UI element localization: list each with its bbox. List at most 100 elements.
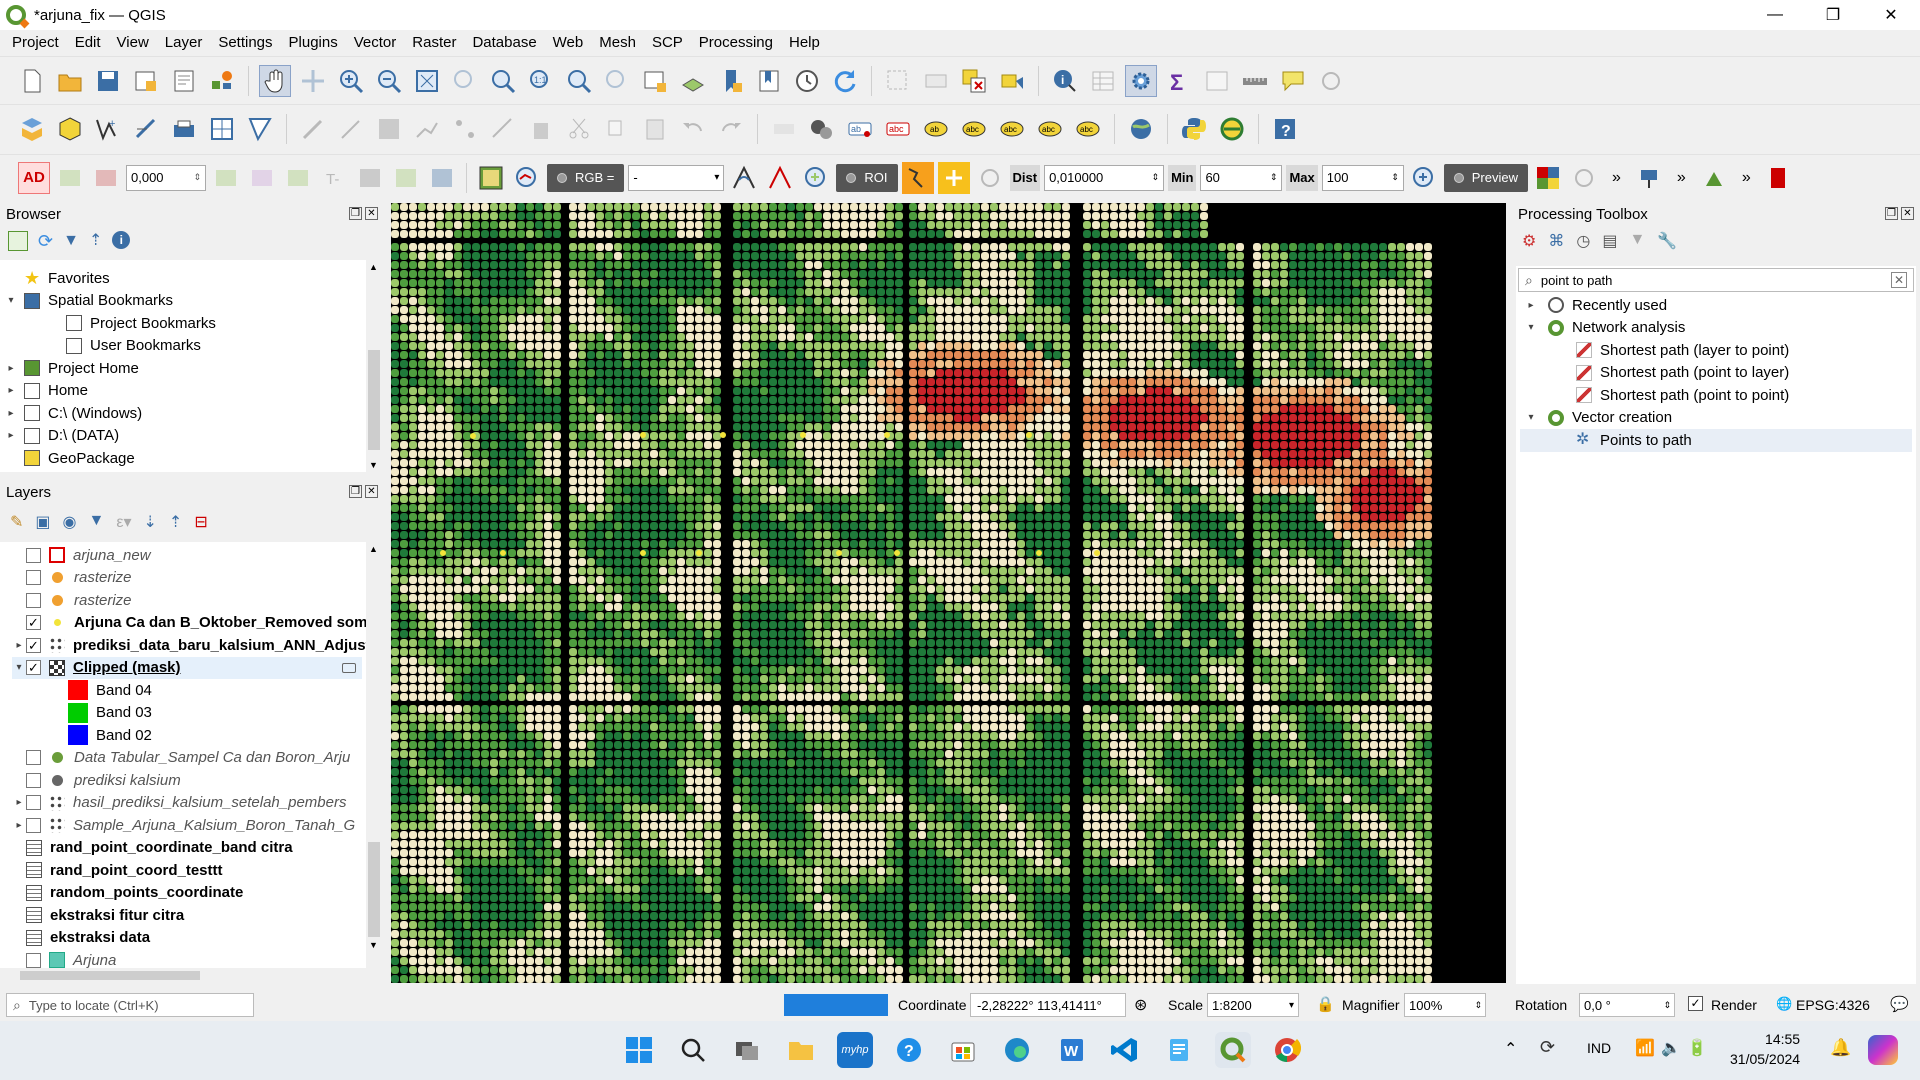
processing-item[interactable]: Shortest path (point to point) — [1520, 384, 1912, 407]
layer-item[interactable]: rand_point_coord_testtt — [12, 859, 366, 882]
menu-plugins[interactable]: Plugins — [281, 34, 346, 51]
scp-stretch-icon[interactable] — [728, 162, 760, 194]
toggle-extents-icon[interactable]: ⊛ — [1134, 995, 1147, 1015]
layer-item[interactable]: rand_point_coordinate_band citra — [12, 837, 366, 860]
language-indicator[interactable]: IND — [1587, 1040, 1611, 1056]
filter-expression-icon[interactable]: ε▾ — [116, 512, 131, 532]
layers-h-scrollbar[interactable] — [0, 968, 366, 983]
myhp-icon[interactable]: myhp — [837, 1032, 873, 1068]
menu-raster[interactable]: Raster — [404, 34, 464, 51]
copy-features-icon[interactable] — [601, 113, 633, 145]
search-taskbar-icon[interactable] — [675, 1032, 711, 1068]
sample-point[interactable] — [640, 432, 646, 438]
rotate-label-icon[interactable]: abc — [958, 113, 990, 145]
new-3d-map-icon[interactable] — [677, 65, 709, 97]
menu-help[interactable]: Help — [781, 34, 828, 51]
chrome-icon[interactable] — [1269, 1032, 1305, 1068]
show-hide-labels-icon[interactable]: abc — [1034, 113, 1066, 145]
statistical-summary-icon[interactable]: Σ — [1163, 65, 1195, 97]
open-styling-icon[interactable]: ✎ — [10, 512, 23, 532]
scp-redo-preview-icon[interactable] — [1568, 162, 1600, 194]
open-project-icon[interactable] — [54, 65, 86, 97]
sample-point[interactable] — [884, 432, 890, 438]
browser-item[interactable]: User Bookmarks — [4, 335, 216, 358]
plugin-extra-icon[interactable] — [1763, 162, 1795, 194]
menu-scp[interactable]: SCP — [644, 34, 691, 51]
layer-visibility-checkbox[interactable] — [26, 795, 41, 811]
zoom-last-icon[interactable] — [563, 65, 595, 97]
sample-point[interactable] — [894, 550, 900, 556]
browser-item[interactable]: ★ Favorites — [4, 267, 216, 290]
sample-point[interactable] — [696, 550, 702, 556]
layer-visibility-checkbox[interactable] — [26, 547, 41, 563]
new-virtual-layer-icon[interactable] — [206, 113, 238, 145]
lock-scale-icon[interactable]: 🔒 — [1316, 995, 1335, 1013]
collapse-all-icon[interactable]: ⇡ — [89, 231, 102, 251]
scp-rgb-toggle[interactable]: RGB = — [547, 163, 625, 192]
layer-visibility-checkbox[interactable] — [26, 772, 41, 788]
results-viewer-icon[interactable]: ▤ — [1602, 231, 1617, 251]
new-spatialite-layer-icon[interactable] — [130, 113, 162, 145]
python-console-icon[interactable] — [1178, 113, 1210, 145]
add-feature-icon[interactable] — [411, 113, 443, 145]
maximize-button[interactable]: ❐ — [1804, 0, 1862, 30]
menu-view[interactable]: View — [109, 34, 157, 51]
menu-vector[interactable]: Vector — [346, 34, 405, 51]
notification-bell-icon[interactable]: 🔔 — [1830, 1038, 1851, 1058]
toolbar-overflow-3-icon[interactable]: » — [1742, 169, 1751, 187]
add-group-icon[interactable]: ▣ — [35, 512, 50, 532]
new-geopackage-layer-icon[interactable] — [54, 113, 86, 145]
history-icon[interactable]: ◷ — [1576, 231, 1590, 251]
scp-min-input[interactable]: 60 ⇕ — [1200, 164, 1283, 191]
crs-label[interactable]: EPSG:4326 — [1796, 997, 1870, 1013]
processing-search-input[interactable]: ⌕ point to path ✕ — [1518, 268, 1914, 292]
paste-features-icon[interactable] — [639, 113, 671, 145]
layer-item[interactable]: Band 02 — [12, 724, 366, 747]
layer-expand-icon[interactable]: ▾ — [12, 662, 26, 673]
modify-attributes-icon[interactable] — [487, 113, 519, 145]
scp-roi-toggle[interactable]: ROI — [836, 163, 898, 192]
scale-combobox[interactable]: 1:8200 ▾ — [1207, 993, 1299, 1017]
layer-item[interactable]: ekstraksi data — [12, 927, 366, 950]
redo-icon[interactable] — [715, 113, 747, 145]
render-checkbox[interactable]: ✓ — [1688, 996, 1703, 1011]
show-bookmarks-icon[interactable] — [753, 65, 785, 97]
new-print-layout-icon[interactable] — [130, 65, 162, 97]
layer-item[interactable]: ▸ ✓ prediksi_data_baru_kalsium_ANN_Adjust — [12, 634, 366, 657]
scp-zoom-roi-icon[interactable] — [800, 162, 832, 194]
scp-tool-3-icon[interactable] — [90, 162, 122, 194]
data-source-manager-icon[interactable] — [16, 113, 48, 145]
pan-to-selection-icon[interactable] — [297, 65, 329, 97]
layers-scrollbar[interactable]: ▲ ▼ — [366, 542, 382, 952]
open-field-calculator-icon[interactable] — [1201, 65, 1233, 97]
zoom-out-icon[interactable] — [373, 65, 405, 97]
wifi-icon[interactable]: 📶 — [1635, 1038, 1655, 1058]
scp-classification-icon[interactable] — [1532, 162, 1564, 194]
layer-expand-icon[interactable]: ▸ — [12, 797, 26, 808]
locator-input[interactable]: ⌕ Type to locate (Ctrl+K) — [6, 993, 254, 1017]
refresh-browser-icon[interactable]: ⟳ — [38, 231, 53, 251]
processing-item[interactable]: ✲ Points to path — [1520, 429, 1912, 452]
float-processing-icon[interactable]: ❐ — [1885, 207, 1898, 220]
manage-visibility-icon[interactable]: ◉ — [63, 512, 77, 532]
notepad-icon[interactable] — [1161, 1032, 1197, 1068]
close-panel-icon[interactable]: ✕ — [365, 207, 378, 220]
scp-roi-draw-icon[interactable] — [901, 161, 934, 194]
float-panel-icon[interactable]: ❐ — [349, 207, 362, 220]
layer-visibility-checkbox[interactable] — [26, 750, 41, 766]
new-shapefile-layer-icon[interactable]: + — [92, 113, 124, 145]
toolbar-overflow-icon[interactable]: » — [1612, 169, 1621, 187]
zoom-full-icon[interactable] — [411, 65, 443, 97]
label-properties-icon[interactable]: abc — [1072, 113, 1104, 145]
temporal-controller-icon[interactable] — [791, 65, 823, 97]
scp-dist-input[interactable]: 0,010000 ⇕ — [1044, 164, 1165, 191]
crs-globe-icon[interactable]: 🌐 — [1776, 996, 1792, 1012]
close-processing-icon[interactable]: ✕ — [1901, 207, 1914, 220]
style-manager-icon[interactable] — [206, 65, 238, 97]
scp-adj-icon[interactable] — [246, 162, 278, 194]
start-button-icon[interactable] — [621, 1032, 657, 1068]
processing-item[interactable]: Shortest path (layer to point) — [1520, 339, 1912, 362]
float-layers-icon[interactable]: ❐ — [349, 485, 362, 498]
browser-scrollbar[interactable]: ▲ ▼ — [366, 260, 382, 472]
scp-redo-roi-icon[interactable] — [974, 162, 1006, 194]
